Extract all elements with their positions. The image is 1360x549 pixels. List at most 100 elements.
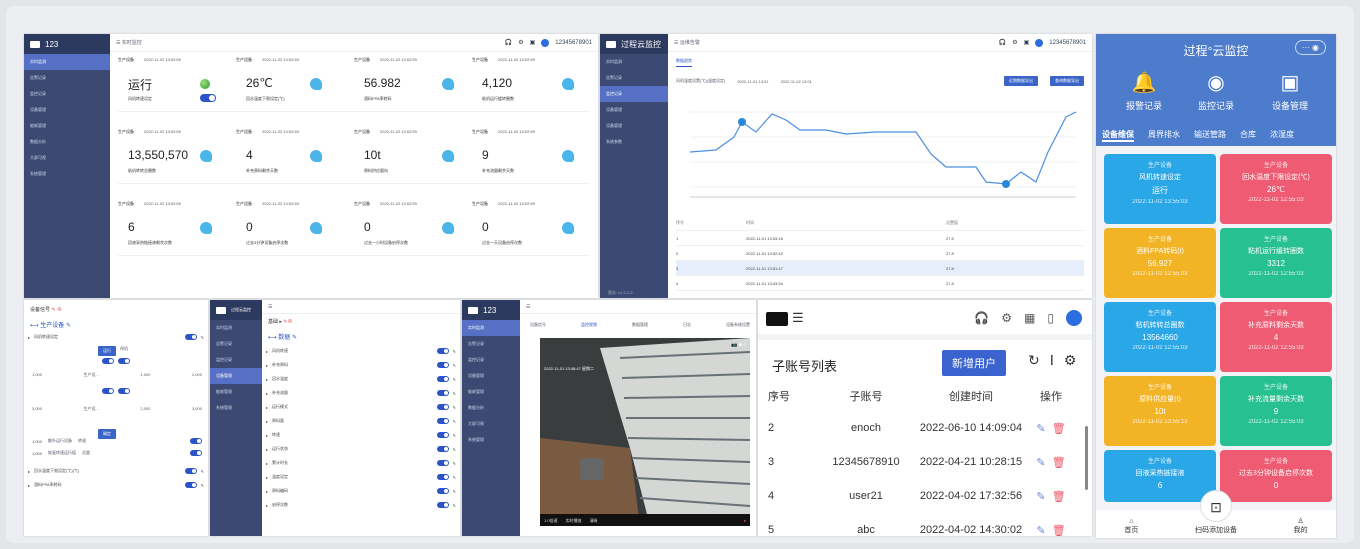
sidebar-item[interactable]: 告警记录 — [210, 336, 262, 352]
nav-home[interactable]: ⌂ 首页 — [1124, 518, 1138, 535]
edit-icon[interactable]: ✎ — [453, 405, 456, 410]
nav-mine[interactable]: ♙ 我的 — [1294, 517, 1308, 535]
device-card[interactable]: 生产设备 补充流量剩余天数 9 2022-11-02 12:55:03 — [1220, 376, 1332, 446]
add-user-button[interactable]: 新增用户 — [942, 350, 1006, 376]
sidebar-item[interactable]: 大屏可视 — [462, 416, 520, 432]
menu-icon[interactable]: ☰ — [268, 304, 272, 310]
column-icon[interactable]: Ⅰ — [1050, 352, 1054, 369]
tab-warehouse[interactable]: 合库 — [1240, 129, 1256, 142]
expand-icon[interactable]: ▸ — [266, 489, 268, 494]
expand-icon[interactable]: ▸ — [266, 503, 268, 508]
edit-icon[interactable]: ✎ — [453, 503, 456, 508]
delete-icon[interactable]: 🗑 — [1052, 524, 1066, 537]
delete-icon[interactable]: 🗑 — [1052, 490, 1066, 503]
expand-icon[interactable]: ▸ — [266, 433, 268, 438]
data-row[interactable]: ▸ 转速 ✎ — [266, 428, 456, 442]
speed-button[interactable]: 1.0倍速 — [544, 518, 558, 524]
settings-icon[interactable]: ⚙ — [518, 39, 523, 46]
device-card[interactable]: 生产设备 回液采热链接液 6 — [1104, 450, 1216, 502]
toggle[interactable] — [436, 432, 449, 438]
data-row[interactable]: ▸ 启停次数 ✎ — [266, 498, 456, 512]
data-row[interactable]: ▸ 原料编码 ✎ — [266, 484, 456, 498]
menu-icon[interactable]: ☰ — [116, 40, 120, 46]
edit-icon[interactable]: ✎ — [453, 433, 456, 438]
tab-drain[interactable]: 周界排水 — [1148, 129, 1180, 142]
mode-button-2[interactable]: 停机 — [120, 346, 128, 356]
headset-icon[interactable]: 🎧 — [974, 311, 989, 325]
settings-icon[interactable]: ⚙ — [1001, 311, 1012, 325]
toggle[interactable] — [436, 488, 449, 494]
data-row[interactable]: ▸ 温度设定 ✎ — [266, 470, 456, 484]
edit-signal-icon[interactable] — [200, 150, 212, 162]
sidebar-item[interactable]: 监控记录 — [462, 352, 520, 368]
toggle[interactable] — [436, 446, 449, 452]
toggle[interactable] — [184, 468, 197, 474]
sidebar-item[interactable]: 监控记录 — [210, 352, 262, 368]
settings-icon[interactable]: ⚙ — [1012, 39, 1017, 46]
device-card[interactable]: 生产设备 酒料FPA转码(t) 56.927 2022-11-02 12:55:03 — [1104, 228, 1216, 298]
edit-icon[interactable]: ✎ — [453, 377, 456, 382]
export-query-button[interactable]: 查询数据导出 — [1050, 76, 1084, 86]
edit-icon[interactable]: ✎ — [1036, 524, 1045, 537]
camera-controls[interactable]: 📷 ■ ⌕ — [731, 342, 746, 348]
toggle[interactable] — [436, 502, 449, 508]
avatar[interactable] — [541, 38, 550, 47]
edit-icon[interactable]: ✎ — [453, 475, 456, 480]
delete-icon[interactable]: 🗑 — [1052, 456, 1066, 469]
sidebar-item-params[interactable]: 系统参数 — [600, 134, 668, 150]
edit-signal-icon[interactable] — [562, 222, 574, 234]
table-row[interactable]: 1 2022-11-01 13:53:18 27.5 — [676, 231, 1084, 246]
scrollbar[interactable] — [1085, 426, 1088, 490]
menu-icon[interactable]: ☰ — [792, 310, 804, 326]
table-row[interactable]: 4 user21 2022-04-02 17:32:56 ✎ 🗑 — [768, 480, 1080, 512]
delete-icon[interactable]: 🗑 — [1052, 422, 1066, 435]
toggle[interactable] — [190, 438, 202, 444]
sidebar-item[interactable]: 实时监测 — [210, 320, 262, 336]
expand-icon[interactable]: ▸ — [266, 363, 268, 368]
expand-icon[interactable]: ▸ — [266, 419, 268, 424]
data-row[interactable]: ▸ 补充流量 ✎ — [266, 386, 456, 400]
sidebar-item[interactable]: 系统管理 — [462, 432, 520, 448]
edit-icon[interactable]: ✎ — [453, 363, 456, 368]
expand-icon[interactable]: ▸ — [266, 349, 268, 354]
tab-data[interactable]: 数据管理 — [632, 322, 648, 328]
table-row[interactable]: 2 2022-11-01 13:52:42 27.8 — [676, 246, 1084, 261]
screen-icon[interactable]: ▣ — [530, 39, 536, 46]
sidebar-item[interactable]: 能耗管理 — [210, 384, 262, 400]
range-to[interactable]: 2022-11-02 13:01 — [781, 79, 812, 84]
setting-row[interactable]: ▸ 酒料FPA率转码 ✎ — [28, 480, 204, 490]
device-card[interactable]: 生产设备 补充原料剩余天数 4 2022-11-02 12:55:03 — [1220, 302, 1332, 372]
sidebar-item[interactable]: 设备管理 — [462, 368, 520, 384]
headset-icon[interactable]: 🎧 — [505, 39, 512, 46]
setting-row[interactable]: ▸ 回水温度下限设定(℃)(℃) ✎ — [28, 466, 204, 476]
param-select[interactable]: 风机温度设置(℃)(温度设定) — [676, 78, 725, 84]
edit-signal-icon[interactable] — [310, 78, 322, 90]
alarm-entry[interactable]: 🔔 报警记录 — [1114, 70, 1174, 112]
refresh-icon[interactable]: ↻ — [1028, 352, 1040, 369]
expand-icon[interactable]: ▸ — [266, 475, 268, 480]
tab-log[interactable]: 日志 — [683, 322, 691, 328]
tab-humidity[interactable]: 浓湿度 — [1270, 129, 1294, 142]
sidebar-item-analysis[interactable]: 数据分析 — [24, 134, 110, 150]
tab-trend[interactable]: 数据趋势 — [676, 58, 692, 67]
capsule-menu[interactable]: ··· ◉ — [1294, 40, 1326, 55]
settings-icon[interactable]: ⚙ — [1064, 352, 1077, 369]
edit-icon[interactable]: ✎ — [453, 349, 456, 354]
toggle[interactable] — [436, 348, 449, 354]
edit-signal-icon[interactable] — [562, 150, 574, 162]
sidebar-item-alarm[interactable]: 告警记录 — [24, 70, 110, 86]
data-row[interactable]: ▸ 运行模式 ✎ — [266, 400, 456, 414]
toggle[interactable] — [436, 418, 449, 424]
sidebar-item[interactable]: 数据分析 — [462, 400, 520, 416]
data-row[interactable]: ▸ 风机转速 ✎ — [266, 344, 456, 358]
nav-scan[interactable]: 扫码添加设备 — [1195, 525, 1237, 535]
screen-icon[interactable]: ▣ — [1024, 39, 1030, 46]
headset-icon[interactable]: 🎧 — [999, 39, 1006, 46]
toggle[interactable] — [436, 390, 449, 396]
mode-button[interactable]: 运行 — [98, 346, 116, 356]
menu-icon[interactable]: ☰ — [526, 304, 530, 310]
scan-icon[interactable]: ⊡ — [1200, 490, 1232, 522]
edit-signal-icon[interactable] — [310, 222, 322, 234]
edit-icon[interactable]: ✎ — [453, 419, 456, 424]
screen-icon[interactable]: ▯ — [1047, 311, 1054, 325]
